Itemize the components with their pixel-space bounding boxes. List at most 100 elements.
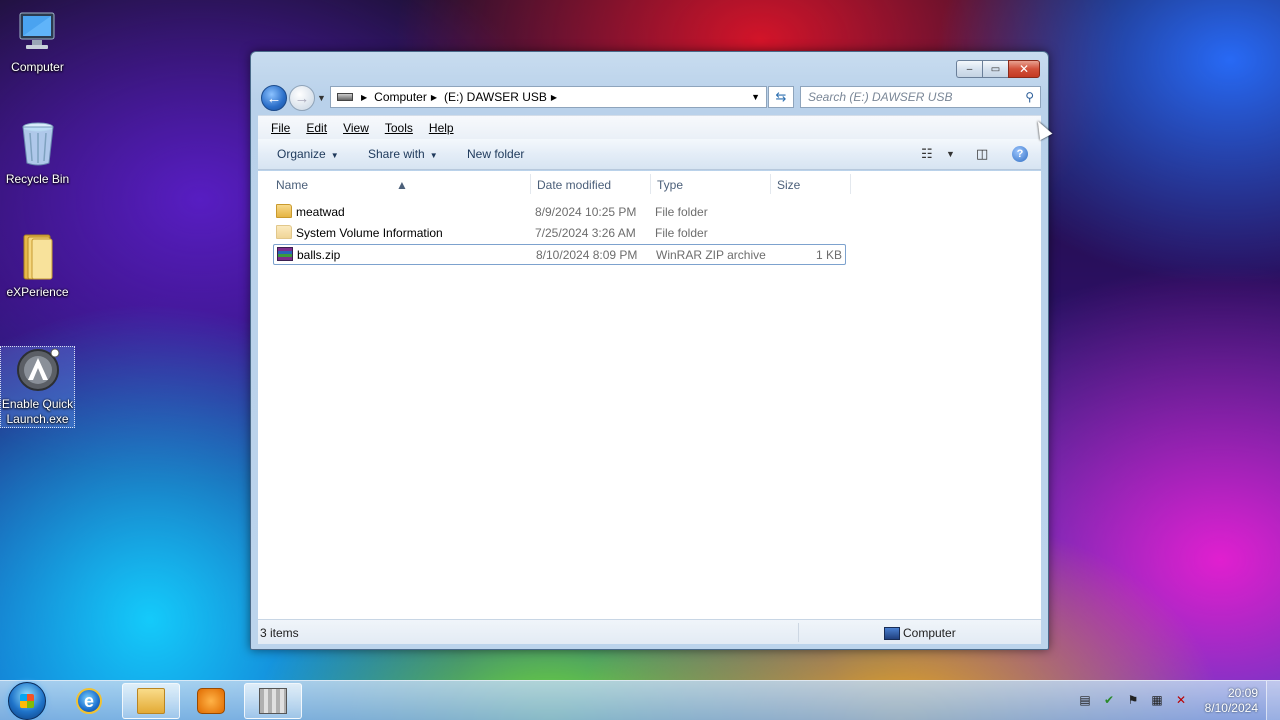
- show-desktop-button[interactable]: [1266, 681, 1280, 720]
- desktop-icon-label: Enable Quick Launch.exe: [1, 397, 74, 426]
- column-divider[interactable]: [850, 174, 851, 194]
- column-header-size[interactable]: Size: [777, 178, 800, 192]
- maximize-button[interactable]: ▭: [982, 60, 1008, 78]
- media-player-icon: [197, 688, 225, 714]
- column-divider[interactable]: [770, 174, 771, 194]
- menu-file[interactable]: File: [271, 121, 290, 135]
- menu-edit[interactable]: Edit: [306, 121, 327, 135]
- computer-zone-label: Computer: [884, 626, 956, 640]
- taskbar-windows-explorer[interactable]: [122, 683, 180, 719]
- status-bar: 3 items Computer: [258, 619, 1041, 644]
- column-header-date[interactable]: Date modified: [537, 178, 611, 192]
- desktop-icon-label: Computer: [11, 60, 64, 74]
- desktop-icon-label: Recycle Bin: [5, 172, 70, 186]
- back-arrow-icon: ←: [266, 89, 282, 107]
- menu-tools[interactable]: Tools: [385, 121, 413, 135]
- desktop-icon-enable-quick-launch[interactable]: Enable Quick Launch.exe: [0, 346, 75, 428]
- system-tray: ▤ ✔ ⚑ ▦ ✕: [1078, 693, 1188, 707]
- caption-buttons: – ▭ ✕: [956, 60, 1040, 78]
- column-headers: ▲ Name Date modified Type Size: [258, 171, 1041, 195]
- clock[interactable]: 20:09 8/10/2024: [1205, 686, 1258, 716]
- desktop-icon-computer[interactable]: Computer: [0, 8, 75, 75]
- new-folder-label: New folder: [467, 147, 525, 161]
- file-date: 8/9/2024 10:25 PM: [535, 205, 637, 219]
- action-center-flag-icon[interactable]: ⚑: [1126, 693, 1140, 707]
- search-placeholder: Search (E:) DAWSER USB: [808, 90, 953, 104]
- forward-arrow-icon: →: [294, 89, 310, 107]
- security-tray-icon[interactable]: ✔: [1102, 693, 1116, 707]
- address-bar[interactable]: ▶ Computer ▶ (E:) DAWSER USB ▶ ▼: [330, 86, 767, 108]
- taskbar-media-player[interactable]: [182, 683, 240, 719]
- folder-icon: [14, 233, 62, 281]
- recycle-bin-icon: [14, 120, 62, 168]
- preview-pane-icon[interactable]: ◫: [976, 146, 988, 162]
- desktop-icon-experience[interactable]: eXPerience: [0, 233, 75, 300]
- computer-icon: [14, 8, 62, 56]
- file-row[interactable]: System Volume Information 7/25/2024 3:26…: [273, 223, 846, 244]
- column-divider[interactable]: [650, 174, 651, 194]
- breadcrumb-separator-icon[interactable]: ▶: [361, 93, 367, 102]
- chevron-down-icon: ▼: [429, 151, 438, 160]
- search-input[interactable]: Search (E:) DAWSER USB ⚲: [800, 86, 1041, 108]
- share-with-label: Share with: [368, 147, 425, 161]
- file-type: File folder: [655, 226, 708, 240]
- sort-ascending-icon: ▲: [396, 178, 408, 192]
- address-dropdown-icon[interactable]: ▼: [751, 92, 760, 102]
- file-list-pane: ▲ Name Date modified Type Size meatwad 8…: [258, 171, 1041, 619]
- document-tray-icon[interactable]: ▤: [1078, 693, 1092, 707]
- file-size: 1 KB: [815, 248, 842, 262]
- column-header-name[interactable]: Name: [276, 178, 308, 192]
- winrar-icon: [259, 688, 287, 714]
- menu-help[interactable]: Help: [429, 121, 454, 135]
- explorer-window: – ▭ ✕ ← → ▼ ▶ Computer ▶ (E:) DAWSER USB…: [250, 51, 1049, 650]
- file-type: File folder: [655, 205, 708, 219]
- volume-muted-icon[interactable]: ✕: [1174, 693, 1188, 707]
- navigation-row: ← → ▼ ▶ Computer ▶ (E:) DAWSER USB ▶ ▼ ⇆…: [259, 85, 1041, 111]
- status-divider: [798, 623, 799, 642]
- breadcrumb-separator-icon[interactable]: ▶: [551, 93, 557, 102]
- taskbar-internet-explorer[interactable]: e: [60, 683, 118, 719]
- file-row[interactable]: balls.zip 8/10/2024 8:09 PM WinRAR ZIP a…: [273, 244, 846, 265]
- file-row[interactable]: meatwad 8/9/2024 10:25 PM File folder: [273, 202, 846, 223]
- clock-time: 20:09: [1227, 686, 1258, 700]
- item-count: 3 items: [260, 626, 299, 640]
- start-button[interactable]: [8, 682, 46, 720]
- drive-icon: [337, 93, 353, 101]
- breadcrumb-computer[interactable]: Computer: [374, 90, 427, 104]
- file-date: 8/10/2024 8:09 PM: [536, 248, 638, 262]
- share-with-button[interactable]: Share with ▼: [368, 147, 438, 161]
- help-icon[interactable]: ?: [1012, 146, 1028, 162]
- breadcrumb-drive[interactable]: (E:) DAWSER USB: [444, 90, 547, 104]
- change-view-icon[interactable]: ☷: [921, 146, 933, 162]
- folder-icon: [276, 204, 292, 218]
- desktop-icon-recycle-bin[interactable]: Recycle Bin: [0, 120, 75, 187]
- network-tray-icon[interactable]: ▦: [1150, 693, 1164, 707]
- file-name: System Volume Information: [296, 226, 443, 240]
- column-header-type[interactable]: Type: [657, 178, 683, 192]
- breadcrumb-separator-icon[interactable]: ▶: [431, 93, 437, 102]
- forward-button[interactable]: →: [289, 85, 315, 111]
- desktop-icon-label: eXPerience: [6, 285, 69, 299]
- search-icon[interactable]: ⚲: [1025, 90, 1034, 104]
- folder-icon: [276, 225, 292, 239]
- column-divider[interactable]: [530, 174, 531, 194]
- file-name: meatwad: [296, 205, 345, 219]
- windows-explorer-icon: [137, 688, 165, 714]
- zip-archive-icon: [277, 247, 293, 261]
- minimize-button[interactable]: –: [956, 60, 982, 78]
- taskbar: e ▤ ✔ ⚑ ▦ ✕ 20:09 8/10/2024: [0, 680, 1280, 720]
- menu-view[interactable]: View: [343, 121, 369, 135]
- clock-date: 8/10/2024: [1204, 701, 1258, 715]
- menu-bar: File Edit View Tools Help: [258, 115, 1041, 139]
- organize-label: Organize: [277, 147, 326, 161]
- close-button[interactable]: ✕: [1008, 60, 1040, 78]
- view-options-dropdown-icon[interactable]: ▼: [946, 149, 955, 159]
- file-type: WinRAR ZIP archive: [656, 248, 766, 262]
- back-button[interactable]: ←: [261, 85, 287, 111]
- organize-button[interactable]: Organize ▼: [277, 147, 339, 161]
- taskbar-winrar[interactable]: [244, 683, 302, 719]
- quick-launch-app-icon: [14, 347, 62, 393]
- new-folder-button[interactable]: New folder: [467, 147, 524, 161]
- recent-pages-dropdown-icon[interactable]: ▼: [317, 93, 326, 103]
- refresh-button[interactable]: ⇆: [768, 86, 794, 108]
